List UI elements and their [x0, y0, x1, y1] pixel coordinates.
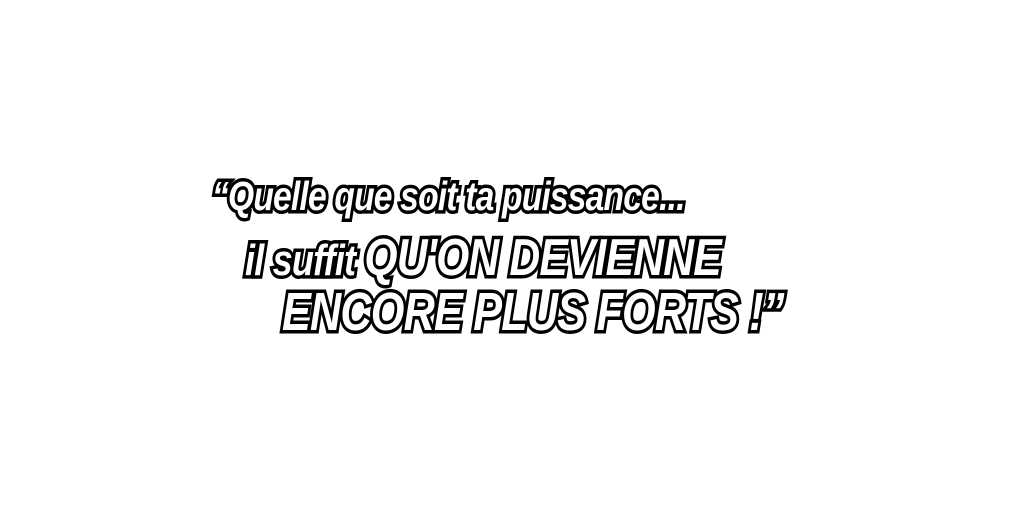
quote-line-2-lead: il suffit	[242, 235, 365, 286]
quote-line-1: “Quelle que soit ta puissance...	[209, 172, 688, 220]
quote-line-2: il suffit QU'ON DEVIENNE	[242, 229, 725, 288]
quote-line-3: ENCORE PLUS FORTS !”	[279, 282, 787, 343]
quote-line-2-emphasis: QU'ON DEVIENNE	[362, 229, 725, 288]
quote-canvas: “Quelle que soit ta puissance... il suff…	[0, 0, 1024, 512]
